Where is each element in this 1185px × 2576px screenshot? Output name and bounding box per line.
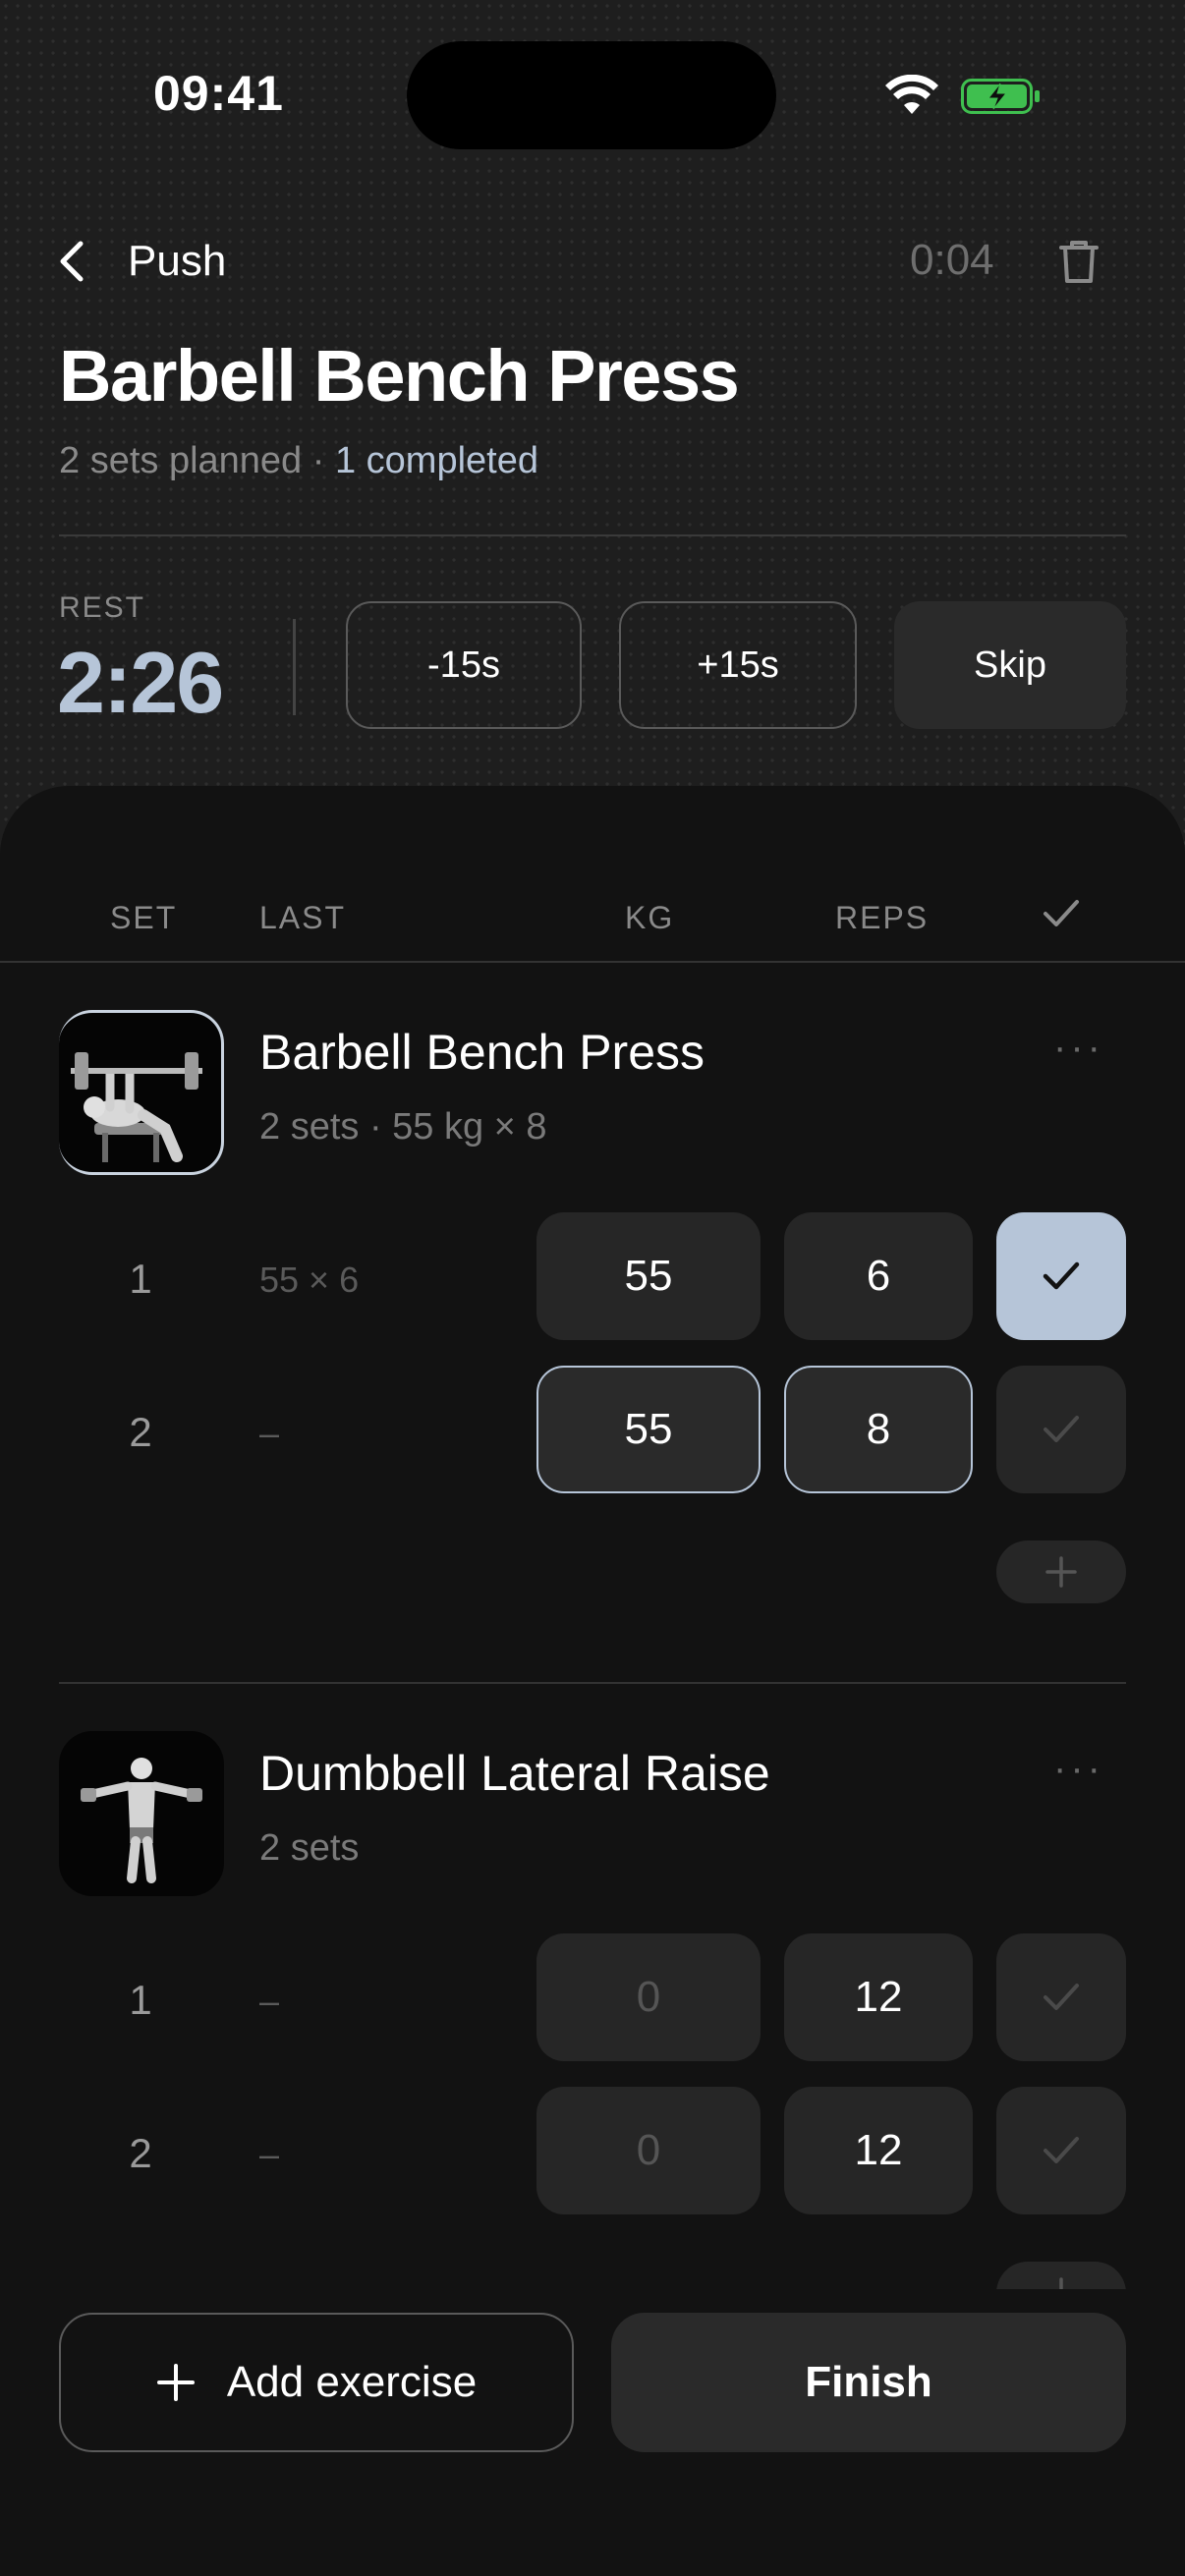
dynamic-island — [407, 41, 776, 149]
column-header-last: LAST — [259, 900, 347, 935]
kg-input[interactable]: 55 — [536, 1212, 761, 1340]
more-options-button[interactable]: ··· — [1053, 1026, 1104, 1070]
complete-set-button[interactable] — [996, 1212, 1126, 1340]
check-icon — [1043, 1261, 1080, 1290]
finish-button[interactable]: Finish — [611, 2313, 1126, 2452]
set-number: 2 — [129, 2130, 152, 2176]
complete-set-button[interactable] — [996, 2087, 1126, 2214]
plus-icon — [156, 2364, 195, 2401]
set-number: 2 — [129, 1409, 152, 1455]
wifi-icon — [885, 75, 938, 114]
reps-input[interactable]: 12 — [784, 2087, 973, 2214]
last-performance: – — [259, 2134, 280, 2174]
minus-15s-button[interactable]: -15s — [346, 601, 582, 729]
check-icon — [1044, 2137, 1079, 2163]
battery-charging-icon — [961, 79, 1040, 114]
kg-input[interactable]: 0 — [536, 2087, 761, 2214]
exercise-meta: 2 sets · 55 kg × 8 — [259, 1106, 547, 1148]
lateral-raise-figure-icon — [81, 1758, 202, 1883]
trash-icon[interactable] — [1057, 238, 1100, 285]
complete-set-button[interactable] — [996, 1933, 1126, 2061]
column-header-reps: REPS — [835, 900, 930, 935]
rest-label: REST — [59, 591, 146, 624]
add-set-button[interactable] — [996, 1540, 1126, 1603]
reps-input[interactable]: 12 — [784, 1933, 973, 2061]
kg-input[interactable]: 0 — [536, 1933, 761, 2061]
reps-input[interactable]: 6 — [784, 1212, 973, 1340]
add-exercise-button[interactable]: Add exercise — [59, 2313, 574, 2452]
kg-input[interactable]: 55 — [536, 1366, 761, 1493]
exercise-name[interactable]: Barbell Bench Press — [259, 1024, 705, 1081]
complete-set-button[interactable] — [996, 1366, 1126, 1493]
divider — [59, 1682, 1126, 1684]
check-column-icon — [1044, 900, 1079, 926]
sets-planned-text: 2 sets planned · — [59, 440, 335, 481]
set-number: 1 — [129, 1977, 152, 2023]
exercise-thumbnail[interactable] — [59, 1731, 224, 1896]
plus-icon — [1045, 1556, 1077, 1588]
add-exercise-label: Add exercise — [226, 2358, 478, 2406]
exercise-thumbnail[interactable] — [59, 1010, 224, 1175]
divider — [293, 619, 296, 715]
sets-completed-text: 1 completed — [334, 440, 538, 481]
back-label: Push — [128, 237, 227, 285]
reps-input[interactable]: 8 — [784, 1366, 973, 1493]
back-button[interactable]: Push — [57, 232, 226, 291]
more-options-button[interactable]: ··· — [1053, 1747, 1104, 1791]
plus-15s-button[interactable]: +15s — [619, 601, 857, 729]
elapsed-timer: 0:04 — [910, 236, 994, 284]
exercise-meta: 2 sets — [259, 1827, 360, 1869]
skip-rest-button[interactable]: Skip — [894, 601, 1126, 729]
last-performance: 55 × 6 — [259, 1260, 360, 1300]
exercise-name[interactable]: Dumbbell Lateral Raise — [259, 1745, 770, 1802]
set-number: 1 — [129, 1256, 152, 1302]
divider — [0, 961, 1185, 963]
check-icon — [1044, 1984, 1079, 2010]
page-title: Barbell Bench Press — [59, 335, 740, 417]
last-performance: – — [259, 1413, 280, 1453]
divider — [59, 534, 1126, 536]
column-header-set: SET — [110, 900, 178, 935]
column-header-kg: KG — [625, 900, 675, 935]
bench-press-figure-icon — [71, 1052, 202, 1162]
chevron-left-icon — [60, 241, 84, 282]
status-time: 09:41 — [153, 66, 284, 121]
last-performance: – — [259, 1981, 280, 2021]
rest-timer: 2:26 — [57, 634, 224, 731]
workout-progress: 2 sets planned · 1 completed — [59, 440, 538, 482]
check-icon — [1044, 1416, 1079, 1442]
